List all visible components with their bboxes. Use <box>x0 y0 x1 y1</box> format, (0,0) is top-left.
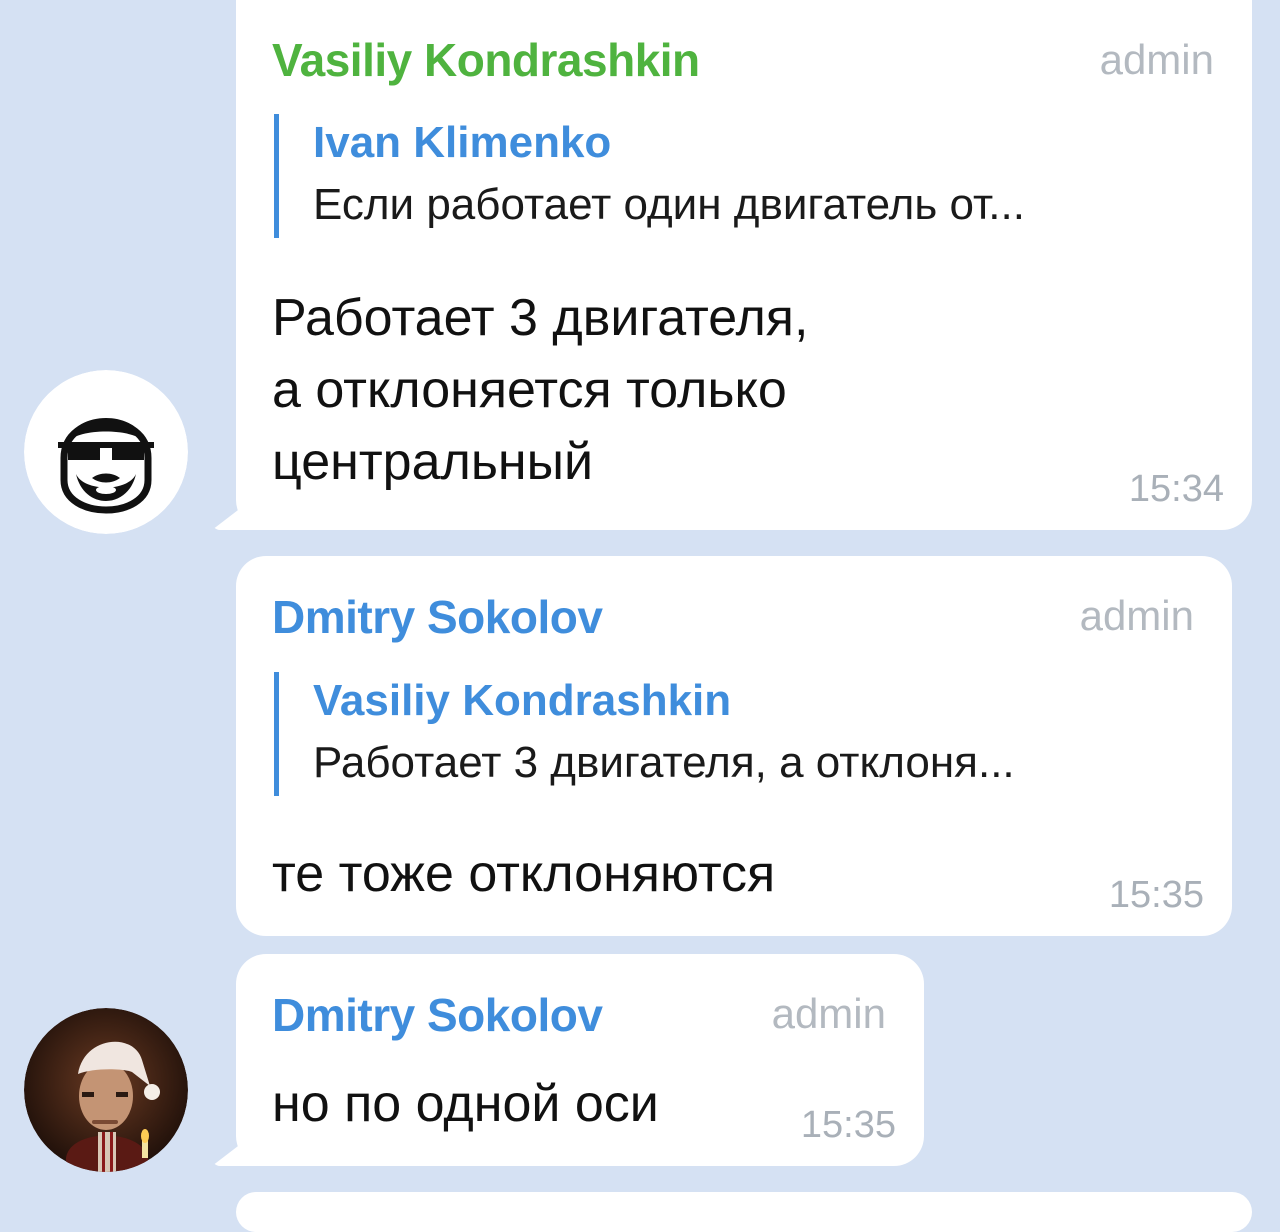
reply-quote[interactable]: Vasiliy Kondrashkin Работает 3 двигателя… <box>274 672 1015 796</box>
reply-sender-name: Ivan Klimenko <box>313 118 612 167</box>
bearded-man-avatar-icon <box>24 370 188 534</box>
admin-badge: admin <box>1079 592 1194 639</box>
santa-hat-photo-icon <box>24 1008 188 1172</box>
sender-name[interactable]: Vasiliy Kondrashkin <box>272 33 700 87</box>
message-bubble[interactable]: Vasiliy Kondrashkin admin Ivan Klimenko … <box>236 0 1252 530</box>
reply-quote[interactable]: Ivan Klimenko Если работает один двигате… <box>274 114 1025 238</box>
admin-badge: admin <box>771 990 886 1037</box>
message-text: те тоже отклоняются <box>272 845 776 903</box>
message-bubble[interactable]: Dmitry Sokolov admin но по одной оси 15:… <box>236 954 924 1166</box>
reply-preview-text: Работает 3 двигателя, а отклоня... <box>313 738 1015 787</box>
message-bubble[interactable]: Dmitry Sokolov admin Vasiliy Kondrashkin… <box>236 556 1232 936</box>
sender-name[interactable]: Dmitry Sokolov <box>272 590 603 644</box>
avatar[interactable] <box>24 1008 188 1172</box>
avatar[interactable] <box>24 370 188 534</box>
message-text: но по одной оси <box>272 1075 659 1133</box>
message-time: 15:35 <box>800 1104 896 1146</box>
message-text: Работает 3 двигателя, а отклоняется толь… <box>272 289 809 491</box>
reply-sender-name: Vasiliy Kondrashkin <box>313 676 732 725</box>
message-bubble-partial[interactable] <box>236 1192 1252 1232</box>
message-time: 15:34 <box>1128 468 1224 510</box>
sender-name[interactable]: Dmitry Sokolov <box>272 988 603 1042</box>
reply-preview-text: Если работает один двигатель от... <box>313 180 1025 229</box>
message-time: 15:35 <box>1108 874 1204 916</box>
admin-badge: admin <box>1099 36 1214 83</box>
